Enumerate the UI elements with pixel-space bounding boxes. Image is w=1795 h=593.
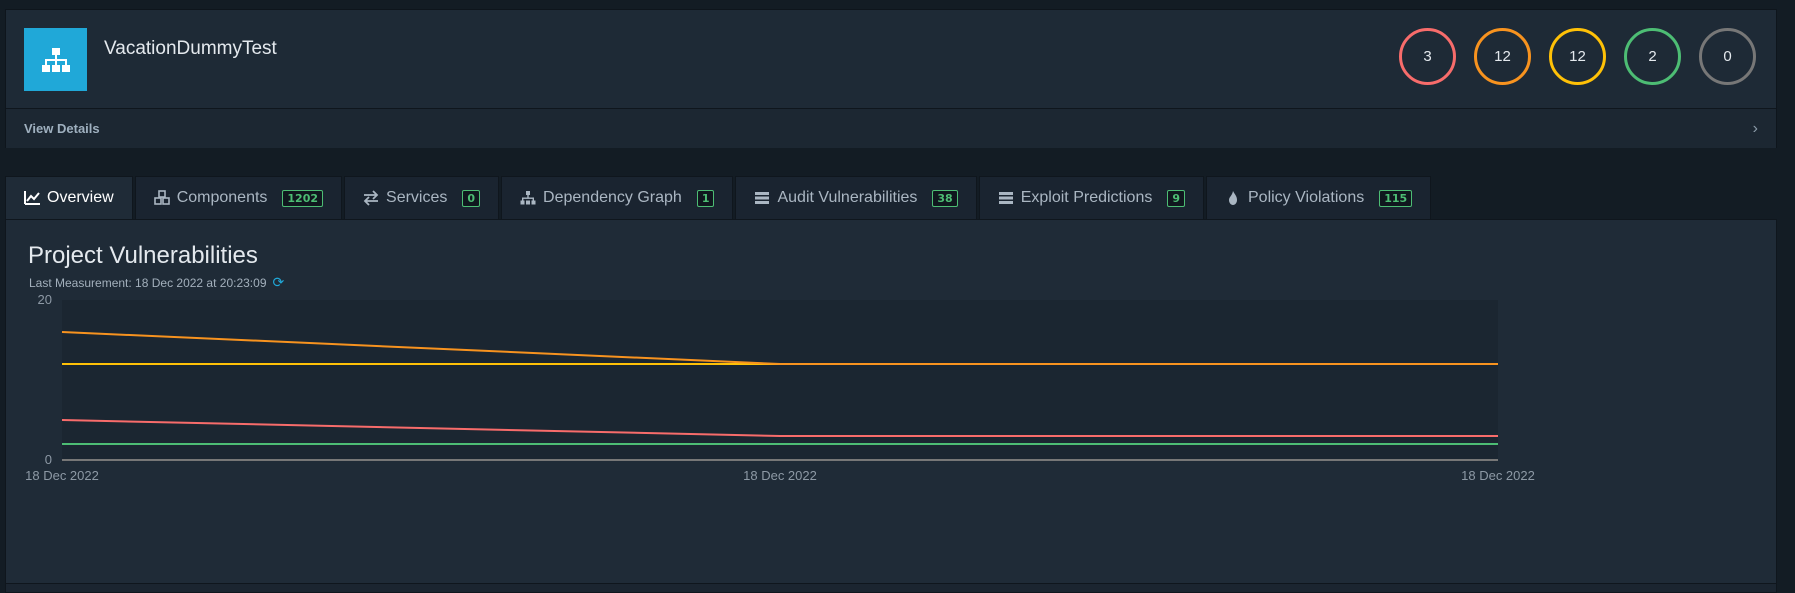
tab-overview[interactable]: Overview <box>5 176 133 219</box>
severity-circle-medium: 12 <box>1549 28 1606 85</box>
view-details-label: View Details <box>24 121 100 136</box>
tab-count-badge: 1202 <box>282 189 324 207</box>
vulnerabilities-panel: Project Vulnerabilities Last Measurement… <box>5 219 1777 593</box>
tab-services[interactable]: Services 0 <box>344 176 500 219</box>
severity-circle-unassigned: 0 <box>1699 28 1756 85</box>
project-logo <box>24 28 87 91</box>
tab-count-badge: 0 <box>462 189 481 207</box>
cubes-icon <box>153 190 170 205</box>
tab-label: Overview <box>47 189 114 206</box>
x-tick-label: 18 Dec 2022 <box>1461 468 1535 483</box>
project-tabs: Overview Components 1202 Services 0 Dependenc… <box>5 176 1433 219</box>
severity-circle-high: 12 <box>1474 28 1531 85</box>
tab-label: Services <box>386 189 448 206</box>
vulnerabilities-chart: 0 20 18 Dec 2022 18 Dec 2022 18 Dec 2022 <box>25 292 1535 483</box>
tab-count-badge: 1 <box>696 189 715 207</box>
view-details-button[interactable]: View Details › <box>6 108 1776 148</box>
tab-dependency-graph[interactable]: Dependency Graph 1 <box>501 176 734 219</box>
panel-footer <box>6 583 1776 592</box>
chevron-right-icon: › <box>1752 119 1758 137</box>
tasks-icon <box>998 192 1013 204</box>
tasks-icon <box>755 192 770 204</box>
tab-count-badge: 38 <box>932 189 958 207</box>
x-tick-label: 18 Dec 2022 <box>25 468 99 483</box>
sitemap-icon <box>41 47 70 72</box>
tab-policy-violations[interactable]: Policy Violations 115 <box>1206 176 1432 219</box>
tab-exploit-predictions[interactable]: Exploit Predictions 9 <box>978 176 1204 219</box>
project-title: VacationDummyTest <box>104 38 277 59</box>
line-chart-icon <box>24 191 40 205</box>
y-tick-label: 20 <box>38 292 52 307</box>
tab-count-badge: 115 <box>1379 189 1413 207</box>
exchange-icon <box>363 190 379 206</box>
fire-icon <box>1229 191 1237 205</box>
sitemap-icon <box>520 191 536 205</box>
tab-label: Policy Violations <box>1248 189 1365 206</box>
severity-circle-critical: 3 <box>1399 28 1456 85</box>
tab-audit-vulnerabilities[interactable]: Audit Vulnerabilities 38 <box>735 176 977 219</box>
y-tick-label: 0 <box>45 452 52 467</box>
tab-count-badge: 9 <box>1167 189 1185 207</box>
tab-label: Exploit Predictions <box>1020 189 1153 206</box>
severity-counts: 3 12 12 2 0 <box>1399 28 1756 85</box>
severity-circle-low: 2 <box>1624 28 1681 85</box>
tab-label: Components <box>176 189 268 206</box>
x-tick-label: 18 Dec 2022 <box>743 468 817 483</box>
tab-components[interactable]: Components 1202 <box>134 176 343 219</box>
project-card: VacationDummyTest 3 12 12 2 0 View Details › <box>5 9 1777 148</box>
tab-label: Audit Vulnerabilities <box>777 189 918 206</box>
tab-label: Dependency Graph <box>543 189 682 206</box>
